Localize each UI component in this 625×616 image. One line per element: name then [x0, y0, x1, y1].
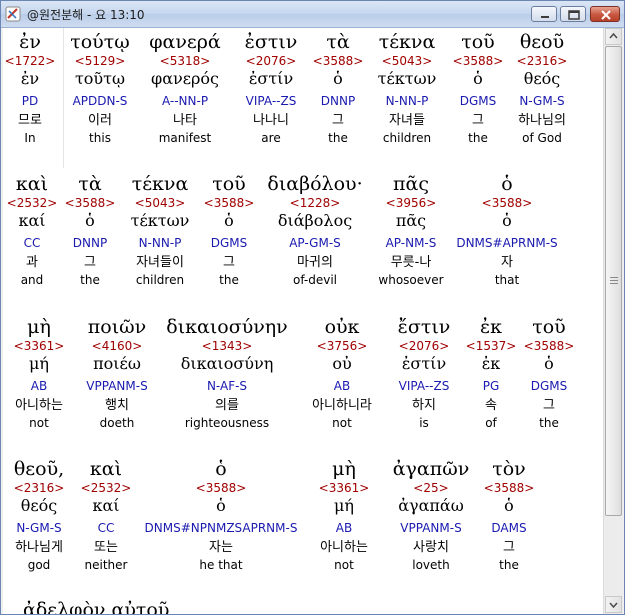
- partial-next-line: ἀδελφὸν αὐτοῦ: [23, 599, 170, 614]
- arrow-down-icon: [609, 602, 618, 609]
- close-icon: [601, 10, 611, 20]
- english-gloss: the: [539, 416, 559, 430]
- english-gloss: of God: [522, 131, 562, 145]
- interlinear-text-area[interactable]: ἐν <1722> ἐν PD 므로 In τούτῳ <5129> τοῦτῳ…: [3, 28, 603, 614]
- parsing-code: N-GM-S: [519, 94, 565, 108]
- vertical-scrollbar[interactable]: [603, 28, 623, 614]
- korean-gloss: 그: [503, 540, 515, 555]
- verse-line: καὶ <2532> καί CC 과 and τὰ <3588> ὁ DNNP…: [3, 170, 603, 310]
- greek-word: τὸν: [492, 458, 526, 480]
- minimize-button[interactable]: [531, 6, 557, 22]
- minimize-icon: [541, 16, 549, 18]
- korean-gloss: 그: [543, 398, 555, 413]
- lexical-form: ὁ: [544, 354, 554, 373]
- verse-line: μὴ <3361> μή AB 아니하는 not ποιῶν <4160> πο…: [3, 313, 603, 453]
- arrow-up-icon: [609, 32, 618, 39]
- maximize-button[interactable]: [560, 6, 586, 22]
- strong-number[interactable]: <3588>: [449, 340, 603, 352]
- parsing-code: DGMS: [530, 379, 568, 393]
- verse-line: θεοῦ, <2316> θεός N-GM-S 하나님게 god καὶ <2…: [3, 455, 603, 595]
- app-window: @원전분해 - 요 13:10 ἐν <1722> ἐν PD 므로 In το…: [0, 0, 625, 615]
- strong-number[interactable]: <2316>: [442, 55, 603, 67]
- close-button[interactable]: [590, 6, 620, 22]
- grip-line: [610, 277, 618, 278]
- lexical-form: ὁ: [502, 211, 512, 230]
- grip-line: [610, 283, 618, 284]
- scroll-down-button[interactable]: [605, 596, 622, 613]
- scroll-up-button[interactable]: [605, 28, 622, 45]
- parsing-code: DAMS: [491, 521, 527, 535]
- scroll-thumb[interactable]: [605, 46, 622, 516]
- lexical-form: θεός: [523, 69, 561, 88]
- korean-gloss: 하나님의: [518, 113, 566, 128]
- greek-word: ὁ: [501, 173, 513, 195]
- title-bar[interactable]: @원전분해 - 요 13:10: [1, 1, 624, 28]
- strong-number[interactable]: <3588>: [407, 197, 603, 209]
- maximize-icon: [568, 10, 580, 20]
- parsing-code: DNMS#APRNM-S: [456, 236, 558, 250]
- greek-word: θεοῦ: [519, 31, 565, 53]
- window-title: @원전분해 - 요 13:10: [27, 8, 145, 22]
- lexical-form: ὁ: [504, 496, 514, 515]
- korean-gloss: 자: [501, 255, 513, 270]
- english-gloss: that: [494, 273, 520, 287]
- english-gloss: the: [499, 558, 519, 572]
- grip-line: [610, 280, 618, 281]
- bible-app-icon: [5, 6, 21, 22]
- verse-line: ἐν <1722> ἐν PD 므로 In τούτῳ <5129> τοῦτῳ…: [3, 28, 603, 168]
- strong-number[interactable]: <3588>: [409, 482, 603, 494]
- greek-word: τοῦ: [532, 316, 566, 338]
